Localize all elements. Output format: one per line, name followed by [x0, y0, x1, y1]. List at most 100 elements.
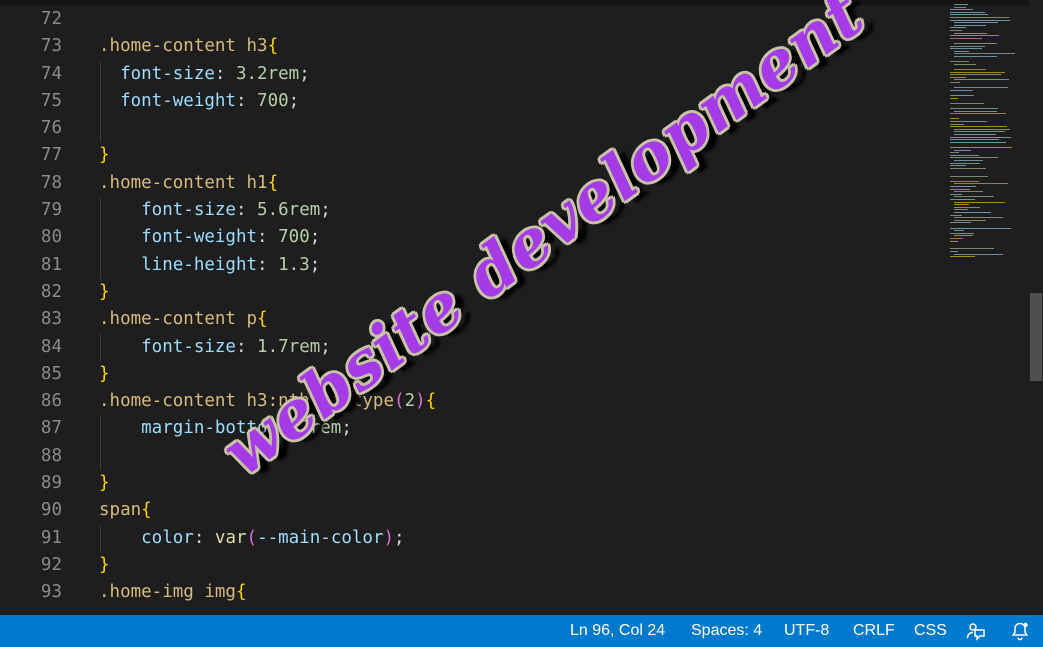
code-token: ; — [309, 227, 321, 248]
code-token: font-size — [99, 200, 236, 221]
line-number: 75 — [40, 90, 62, 111]
minimap-line — [954, 217, 1003, 219]
line-number: 81 — [40, 254, 62, 275]
minimap-line — [954, 53, 1015, 55]
minimap-line — [950, 199, 975, 200]
minimap-line — [954, 43, 997, 44]
eol-setting[interactable]: CRLF — [853, 615, 895, 647]
language-mode[interactable]: CSS — [914, 615, 947, 647]
code-token: font-weight — [99, 90, 236, 111]
code-line[interactable]: 76 — [0, 115, 950, 143]
minimap-line — [950, 118, 959, 120]
code-line[interactable]: 84 font-size: 1.7rem; — [0, 333, 950, 361]
line-code: .home-content h1{ — [99, 170, 278, 197]
minimap-line — [954, 253, 1003, 255]
vertical-scrollbar-thumb[interactable] — [1030, 293, 1042, 381]
feedback-icon[interactable] — [966, 621, 986, 641]
code-token: font-size — [99, 336, 236, 357]
code-line[interactable]: 75 font-weight: 700; — [0, 87, 950, 116]
minimap-line — [950, 74, 1001, 76]
line-code: .home-content p{ — [99, 306, 268, 333]
minimap-line — [950, 165, 966, 167]
code-token: 2 — [404, 391, 416, 412]
code-token: ; — [299, 63, 310, 84]
encoding-setting[interactable]: UTF-8 — [784, 615, 829, 647]
code-token: line-height — [99, 254, 258, 275]
minimap[interactable] — [948, 4, 1018, 264]
cursor-position[interactable]: Ln 96, Col 24 — [570, 615, 665, 647]
code-line[interactable]: 89} — [0, 470, 950, 497]
minimap-line — [950, 154, 979, 156]
minimap-line — [950, 238, 963, 239]
line-number: 87 — [40, 418, 62, 439]
minimap-line — [950, 152, 959, 154]
code-token: 3.2rem — [235, 63, 300, 84]
minimap-line — [950, 162, 980, 164]
code-line[interactable]: 88 — [0, 442, 950, 471]
minimap-line — [950, 126, 1007, 128]
minimap-line — [954, 6, 966, 8]
code-editor[interactable]: 72 73 .home-content h3{74 font-size: 3.2re… — [0, 0, 1043, 615]
indentation-setting[interactable]: Spaces: 4 — [691, 615, 762, 647]
minimap-line — [950, 139, 999, 141]
minimap-line — [950, 9, 973, 11]
minimap-line — [954, 149, 971, 151]
minimap-line — [954, 50, 969, 52]
code-line[interactable]: 87 margin-bottom: 3rem; — [0, 415, 950, 443]
minimap-line — [950, 17, 1009, 18]
line-code: font-size: 3.2rem; — [99, 61, 310, 88]
minimap-line — [950, 227, 1011, 229]
code-token: .home-content h1 — [99, 172, 268, 193]
minimap-line — [954, 4, 968, 5]
code-token: ; — [309, 254, 321, 275]
minimap-line — [950, 248, 994, 250]
code-token: 5.6rem — [257, 200, 321, 221]
line-code: font-size: 5.6rem; — [99, 197, 331, 224]
code-line[interactable]: 77} — [0, 142, 950, 169]
minimap-line — [950, 123, 964, 125]
notification-bell-icon[interactable] — [1010, 621, 1030, 641]
minimap-line — [950, 251, 958, 252]
code-line[interactable]: 90 span{ — [0, 497, 950, 524]
line-number: 93 — [40, 582, 62, 603]
code-token: 700 — [257, 90, 289, 111]
minimap-line — [950, 76, 966, 78]
code-line[interactable]: 85} — [0, 361, 950, 388]
line-code: color: var(--main-color); — [99, 525, 404, 552]
code-line[interactable]: 92} — [0, 552, 950, 579]
minimap-line — [954, 183, 1008, 185]
minimap-line — [950, 27, 966, 29]
minimap-line — [950, 97, 958, 99]
minimap-line — [954, 201, 1005, 203]
code-token: : — [214, 63, 236, 84]
code-token: ) — [383, 527, 395, 548]
minimap-line — [950, 108, 998, 109]
minimap-line — [950, 147, 1012, 148]
line-code: line-height: 1.3; — [99, 252, 320, 279]
line-number: 92 — [40, 554, 62, 575]
minimap-line — [950, 193, 962, 195]
code-token: } — [99, 363, 110, 384]
minimap-line — [954, 230, 964, 232]
code-token: ( — [394, 391, 405, 412]
code-line[interactable]: 93 .home-img img{ — [0, 579, 950, 606]
code-line[interactable]: 86 .home-content h3:nth-of-type(2){ — [0, 388, 950, 415]
minimap-line — [954, 63, 976, 65]
code-line[interactable]: 91 color: var(--main-color); — [0, 524, 950, 552]
line-number: 91 — [40, 527, 62, 548]
minimap-line — [950, 30, 962, 31]
minimap-line — [954, 22, 998, 24]
code-line[interactable]: 79 font-size: 5.6rem; — [0, 197, 950, 225]
minimap-line — [954, 131, 1005, 133]
minimap-line — [950, 89, 973, 91]
line-code: } — [99, 279, 110, 306]
code-line[interactable]: 78 .home-content h1{ — [0, 170, 950, 197]
minimap-line — [954, 209, 968, 211]
line-code: .home-content h3{ — [99, 33, 278, 60]
code-token: font-weight — [99, 227, 258, 248]
code-token: ; — [288, 90, 300, 111]
minimap-line — [950, 121, 987, 122]
minimap-line — [954, 56, 997, 57]
indent-guide — [100, 442, 101, 471]
code-token: span — [99, 500, 142, 521]
